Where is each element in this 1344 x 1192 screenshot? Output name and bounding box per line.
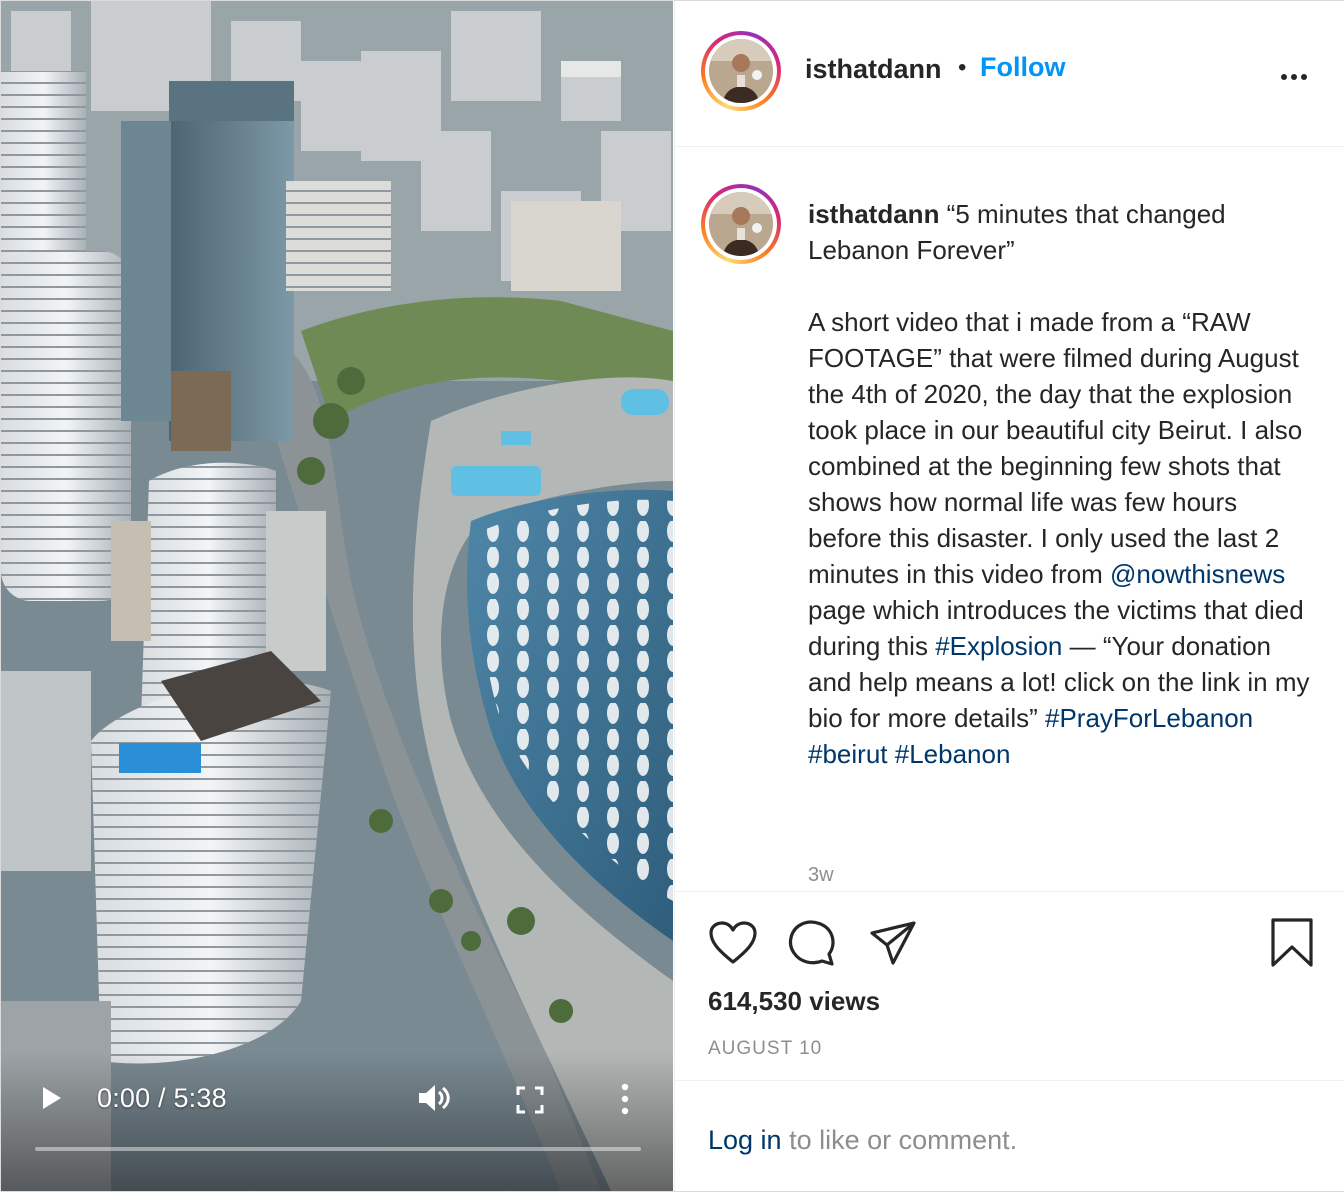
- hashtag-lebanon[interactable]: #Lebanon: [895, 739, 1011, 769]
- heart-icon: [709, 921, 757, 964]
- volume-icon: [419, 1085, 450, 1111]
- speech-bubble-icon: [788, 920, 835, 966]
- view-count[interactable]: 614,530 views: [708, 986, 880, 1017]
- header-username[interactable]: isthatdann: [805, 54, 942, 85]
- caption-avatar[interactable]: [701, 184, 781, 264]
- post-sidebar: isthatdann • Follow isthatdann “5 minute…: [674, 1, 1344, 1191]
- video-progress-bar[interactable]: [35, 1147, 641, 1151]
- comment-button[interactable]: [787, 918, 837, 968]
- login-prompt: Log in to like or comment.: [675, 1080, 1344, 1191]
- video-options-button[interactable]: [617, 1081, 633, 1117]
- hashtag-explosion[interactable]: #Explosion: [935, 631, 1062, 661]
- video-time: 0:00 / 5:38: [97, 1083, 227, 1113]
- comments-section[interactable]: isthatdann “5 minutes that changed Leban…: [675, 148, 1344, 890]
- hashtag-prayforlebanon[interactable]: #PrayForLebanon: [1045, 703, 1253, 733]
- like-button[interactable]: [708, 920, 758, 966]
- post-caption: isthatdann “5 minutes that changed Leban…: [808, 196, 1318, 772]
- mention-link[interactable]: @nowthisnews: [1110, 559, 1285, 589]
- post-dialog: 0:00 / 5:38 isthatdann • Follow isthatda…: [0, 0, 1344, 1192]
- avatar[interactable]: [701, 31, 781, 111]
- hashtag-spacer: [888, 739, 895, 769]
- follow-button[interactable]: Follow: [980, 52, 1065, 83]
- avatar-image: [709, 192, 773, 256]
- avatar-image: [709, 39, 773, 103]
- video-player[interactable]: 0:00 / 5:38: [1, 1, 673, 1191]
- video-frame-aerial-city: [1, 1, 673, 1191]
- post-date: AUGUST 10: [708, 1038, 823, 1059]
- post-age: 3w: [808, 864, 834, 886]
- horizontal-dots-icon: [1281, 67, 1311, 84]
- vertical-dots-icon: [621, 1083, 629, 1115]
- bookmark-icon: [1271, 918, 1313, 967]
- fullscreen-icon: [516, 1086, 544, 1114]
- share-button[interactable]: [869, 919, 917, 967]
- play-icon: [43, 1087, 61, 1109]
- hashtag-beirut[interactable]: #beirut: [808, 739, 888, 769]
- caption-username[interactable]: isthatdann: [808, 199, 939, 229]
- play-button[interactable]: [37, 1081, 65, 1115]
- paper-plane-icon: [870, 921, 916, 965]
- login-link[interactable]: Log in: [708, 1125, 782, 1155]
- login-prompt-text: to like or comment.: [781, 1125, 1018, 1155]
- header-separator: •: [958, 54, 967, 81]
- post-actions: 614,530 views AUGUST 10: [675, 891, 1344, 1079]
- fullscreen-button[interactable]: [515, 1085, 545, 1115]
- volume-button[interactable]: [416, 1081, 452, 1115]
- caption-text-part1: “5 minutes that changed Lebanon Forever”…: [808, 199, 1303, 589]
- save-button[interactable]: [1269, 917, 1315, 969]
- post-header: isthatdann • Follow: [675, 1, 1344, 147]
- controls-gradient: [1, 1051, 673, 1191]
- more-options-button[interactable]: [1281, 67, 1313, 80]
